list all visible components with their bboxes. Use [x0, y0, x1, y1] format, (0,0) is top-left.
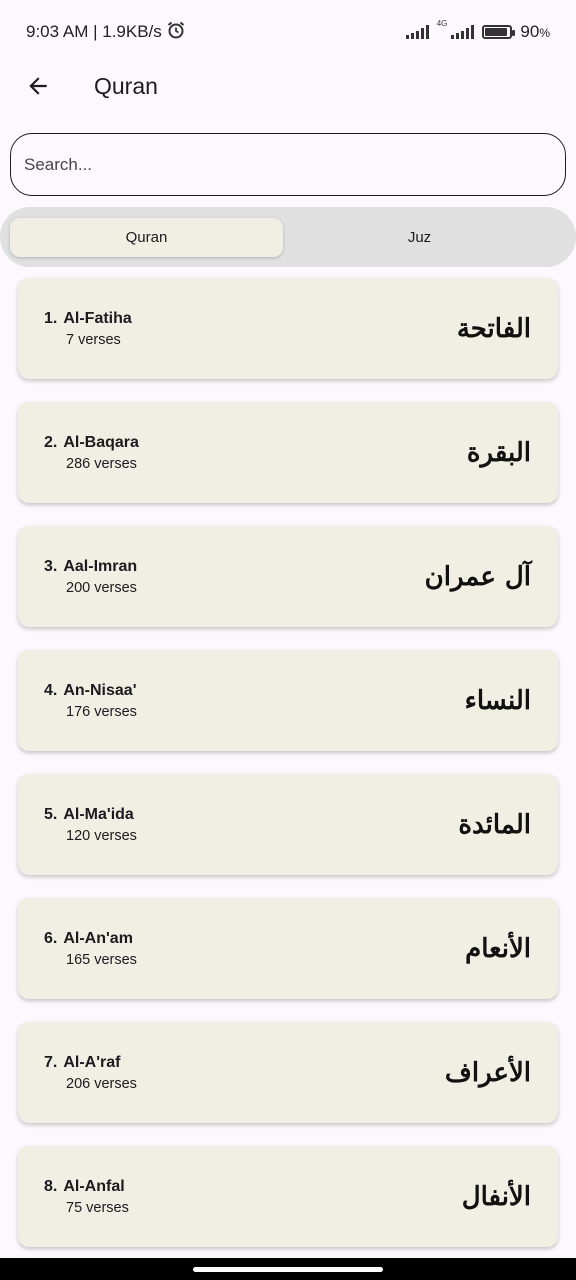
- surah-arabic-name: الفاتحة: [456, 313, 531, 344]
- surah-title: 6. Al-An'am: [44, 930, 137, 948]
- tab-quran[interactable]: Quran: [10, 217, 283, 257]
- surah-card[interactable]: 2. Al-Baqara 286 verses البقرة: [18, 402, 558, 503]
- app-bar: Quran: [0, 64, 576, 108]
- status-time: 9:03 AM | 1.9KB/s: [26, 22, 162, 41]
- surah-arabic-name: المائدة: [458, 809, 531, 840]
- surah-number: 6.: [44, 929, 58, 947]
- surah-verses: 286 verses: [66, 455, 137, 472]
- surah-info: 8. Al-Anfal 75 verses: [44, 1178, 129, 1216]
- surah-title: 3. Aal-Imran: [44, 558, 137, 576]
- surah-name: Al-Baqara: [63, 433, 139, 451]
- surah-card[interactable]: 8. Al-Anfal 75 verses الأنفال: [18, 1146, 558, 1247]
- status-bar: 9:03 AM | 1.9KB/s 4G 90%: [0, 0, 576, 64]
- system-nav-bar: [0, 1258, 576, 1280]
- status-right: 4G 90%: [405, 19, 550, 42]
- surah-arabic-name: الأنعام: [465, 933, 531, 964]
- surah-name: Al-Anfal: [63, 1177, 125, 1195]
- page-title: Quran: [94, 72, 158, 99]
- surah-card[interactable]: 7. Al-A'raf 206 verses الأعراف: [18, 1022, 558, 1123]
- surah-name: Aal-Imran: [63, 557, 138, 575]
- surah-arabic-name: الأنفال: [461, 1181, 531, 1212]
- alarm-icon: [166, 20, 186, 45]
- signal-icon-secondary: [451, 25, 475, 39]
- surah-number: 8.: [44, 1177, 58, 1195]
- surah-card[interactable]: 6. Al-An'am 165 verses الأنعام: [18, 898, 558, 999]
- battery-percent: 90%: [520, 22, 550, 41]
- surah-title: 1. Al-Fatiha: [44, 310, 132, 328]
- battery-icon: [482, 25, 516, 39]
- search-box[interactable]: [10, 133, 566, 196]
- surah-info: 3. Aal-Imran 200 verses: [44, 558, 137, 596]
- signal-icon: [405, 25, 429, 39]
- arrow-left-icon: [29, 77, 47, 95]
- tab-juz[interactable]: Juz: [283, 218, 556, 257]
- surah-info: 7. Al-A'raf 206 verses: [44, 1054, 137, 1092]
- surah-arabic-name: النساء: [464, 685, 531, 716]
- surah-number: 5.: [44, 805, 58, 823]
- surah-name: Al-Ma'ida: [63, 805, 134, 823]
- status-left: 9:03 AM | 1.9KB/s: [26, 20, 186, 45]
- surah-card[interactable]: 1. Al-Fatiha 7 verses الفاتحة: [18, 278, 558, 379]
- surah-title: 8. Al-Anfal: [44, 1178, 129, 1196]
- surah-number: 7.: [44, 1053, 58, 1071]
- surah-info: 4. An-Nisaa' 176 verses: [44, 682, 137, 720]
- surah-number: 2.: [44, 433, 58, 451]
- surah-verses: 176 verses: [66, 703, 137, 720]
- surah-info: 6. Al-An'am 165 verses: [44, 930, 137, 968]
- surah-card[interactable]: 5. Al-Ma'ida 120 verses المائدة: [18, 774, 558, 875]
- surah-number: 3.: [44, 557, 58, 575]
- surah-verses: 206 verses: [66, 1075, 137, 1092]
- surah-verses: 165 verses: [66, 951, 137, 968]
- network-type: 4G: [436, 19, 448, 28]
- surah-number: 4.: [44, 681, 58, 699]
- surah-arabic-name: آل عمران: [424, 561, 531, 592]
- surah-arabic-name: البقرة: [466, 437, 531, 468]
- surah-card[interactable]: 3. Aal-Imran 200 verses آل عمران: [18, 526, 558, 627]
- surah-name: An-Nisaa': [63, 681, 137, 699]
- surah-card[interactable]: 4. An-Nisaa' 176 verses النساء: [18, 650, 558, 751]
- back-button[interactable]: [14, 64, 62, 108]
- tab-bar: Quran Juz: [0, 207, 576, 267]
- surah-name: Al-An'am: [63, 929, 133, 947]
- surah-title: 7. Al-A'raf: [44, 1054, 137, 1072]
- surah-info: 2. Al-Baqara 286 verses: [44, 434, 139, 472]
- surah-arabic-name: الأعراف: [444, 1057, 531, 1088]
- surah-title: 4. An-Nisaa': [44, 682, 137, 700]
- surah-verses: 75 verses: [66, 1199, 129, 1216]
- surah-number: 1.: [44, 309, 58, 327]
- surah-name: Al-Fatiha: [63, 309, 132, 327]
- home-gesture-handle[interactable]: [193, 1266, 383, 1272]
- surah-verses: 200 verses: [66, 579, 137, 596]
- surah-name: Al-A'raf: [63, 1053, 121, 1071]
- surah-verses: 7 verses: [66, 331, 121, 348]
- surah-info: 5. Al-Ma'ida 120 verses: [44, 806, 137, 844]
- search-input[interactable]: [24, 154, 565, 175]
- surah-title: 2. Al-Baqara: [44, 434, 139, 452]
- surah-info: 1. Al-Fatiha 7 verses: [44, 310, 132, 348]
- surah-verses: 120 verses: [66, 827, 137, 844]
- surah-title: 5. Al-Ma'ida: [44, 806, 137, 824]
